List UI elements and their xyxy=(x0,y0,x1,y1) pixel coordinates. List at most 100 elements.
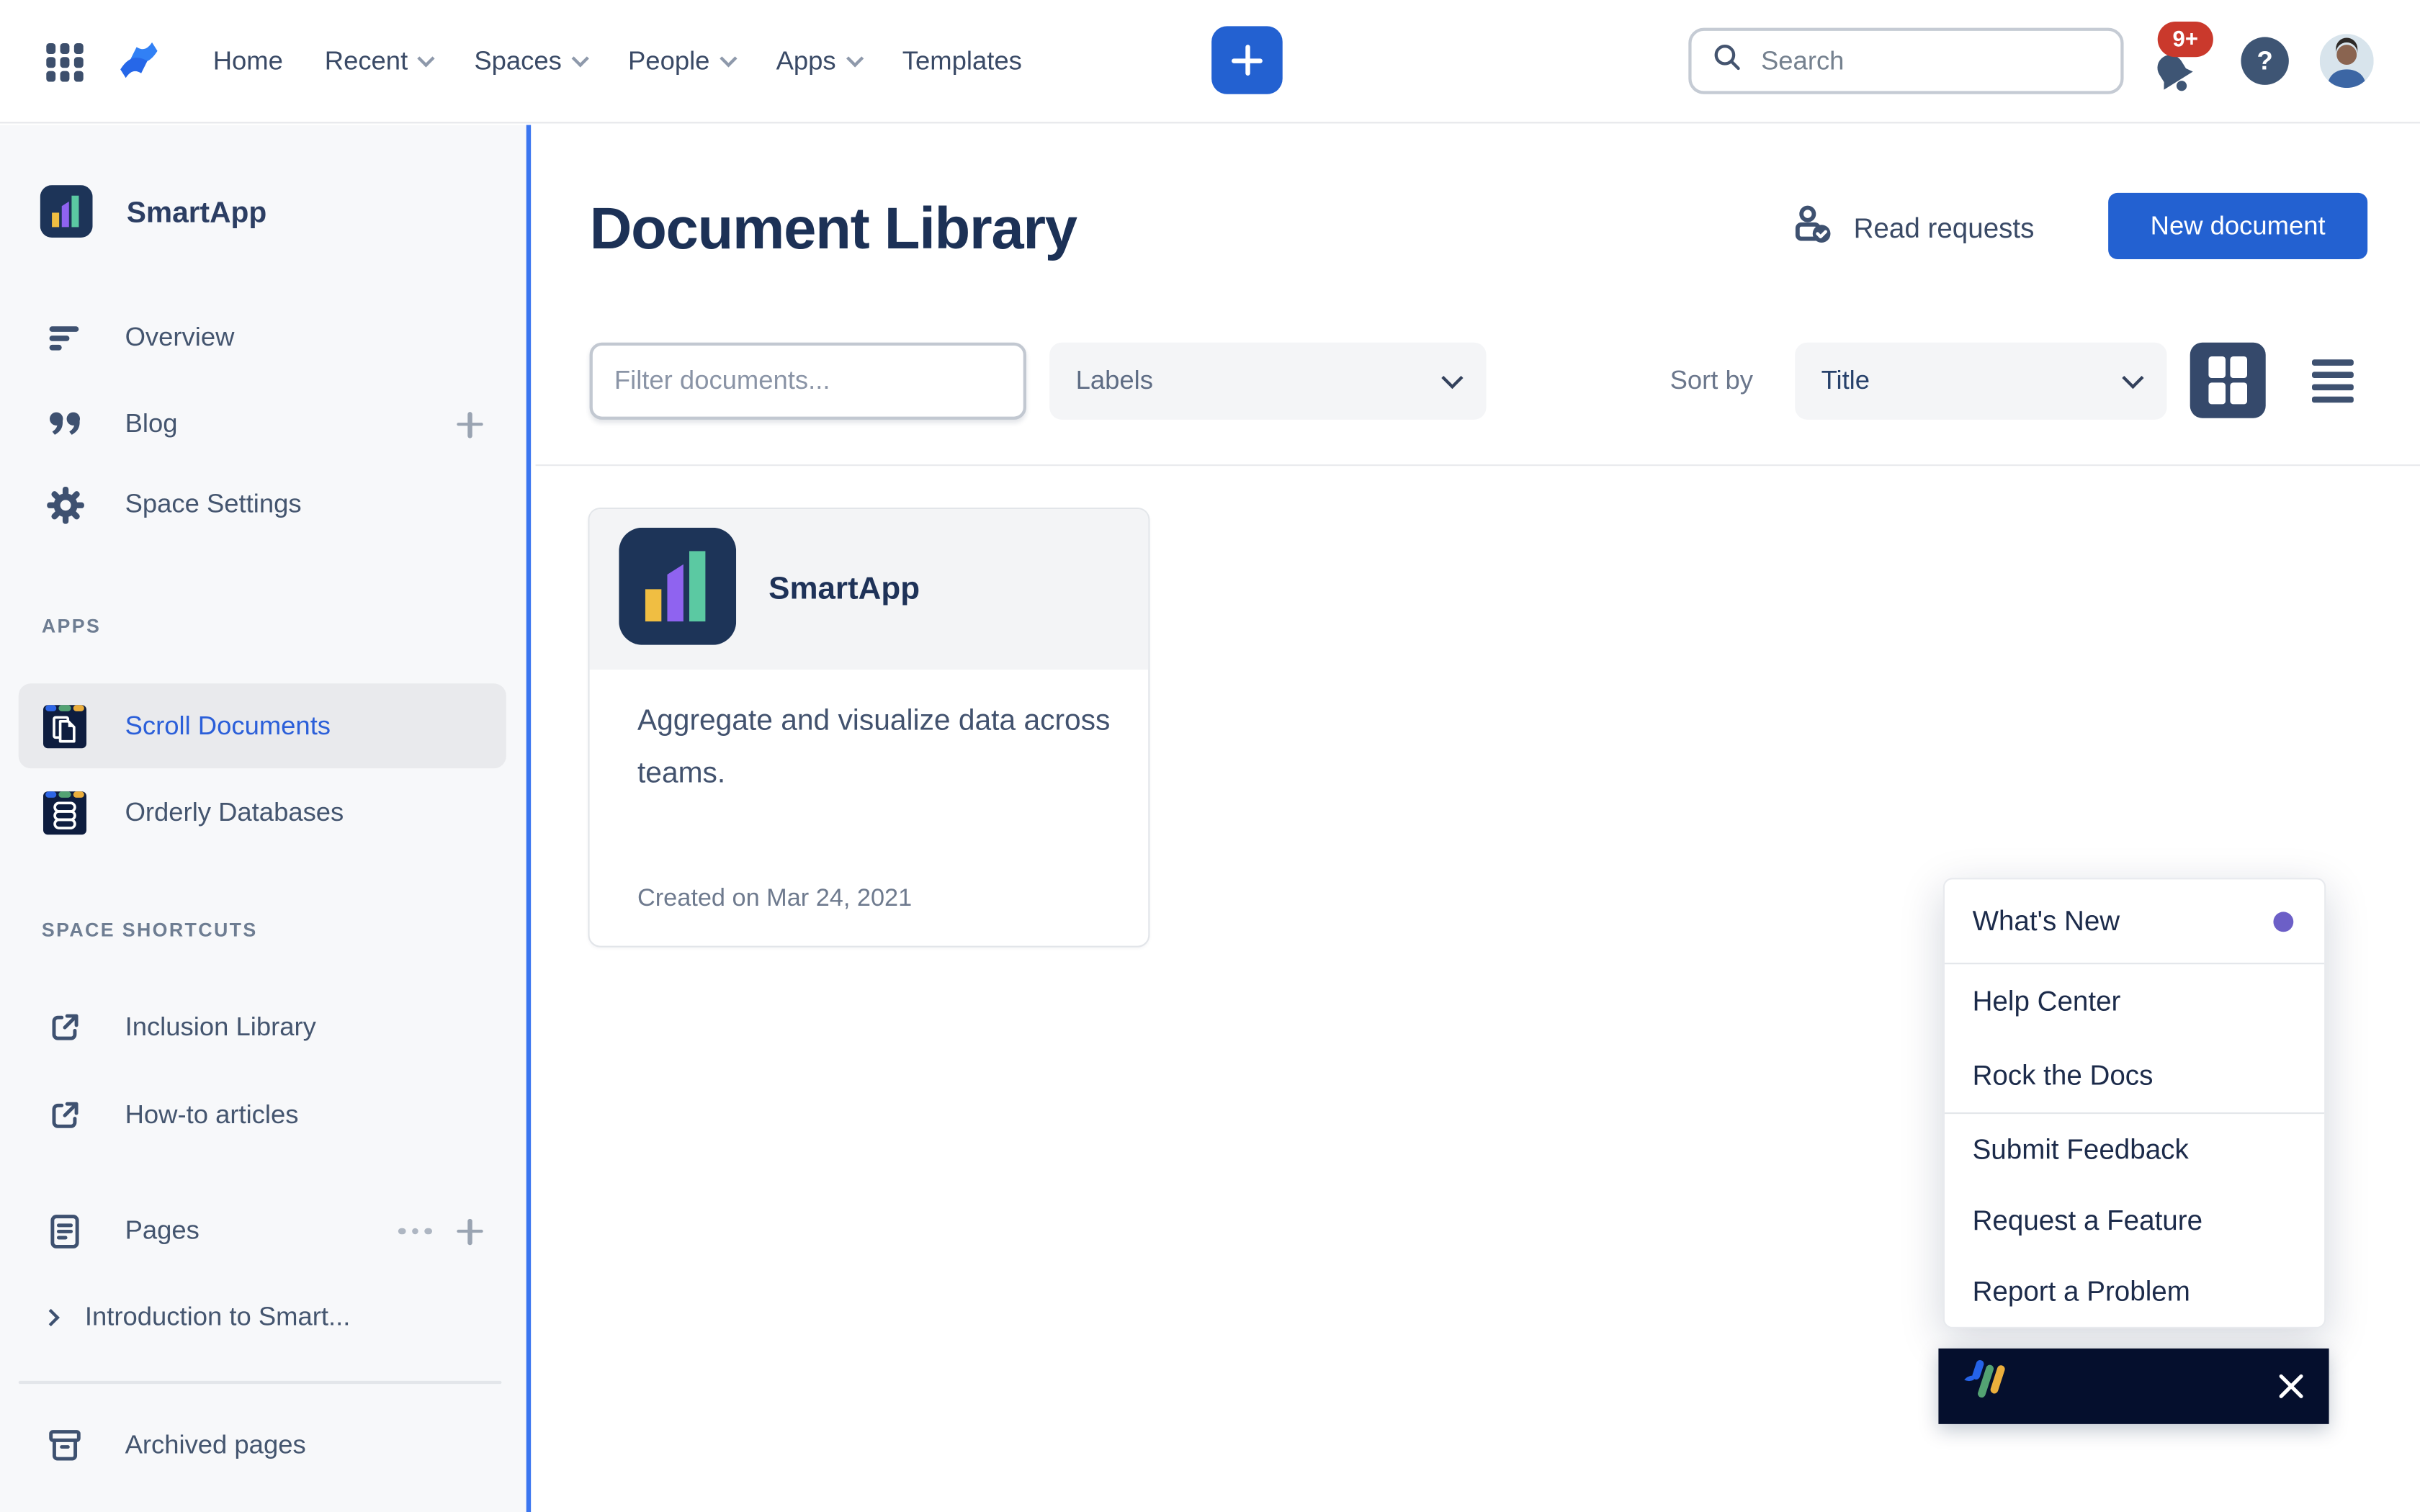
create-button[interactable] xyxy=(1211,26,1283,94)
list-view-button[interactable] xyxy=(2304,354,2360,409)
chevron-right-icon[interactable] xyxy=(42,1309,60,1326)
nav-people-label: People xyxy=(628,46,709,77)
new-document-button[interactable]: New document xyxy=(2108,193,2367,259)
nav-people[interactable]: People xyxy=(628,46,735,77)
nav-recent[interactable]: Recent xyxy=(325,46,433,77)
document-logo-icon xyxy=(619,527,736,652)
add-page-icon[interactable] xyxy=(457,1218,483,1244)
read-requests-label: Read requests xyxy=(1854,212,2035,245)
sidebar-item-label: How-to articles xyxy=(125,1100,299,1131)
sidebar-item-label: Scroll Documents xyxy=(125,711,331,742)
document-card[interactable]: SmartApp Aggregate and visualize data ac… xyxy=(588,508,1150,948)
apps-section-header: APPS xyxy=(42,616,101,637)
overview-icon xyxy=(42,318,88,358)
space-shortcuts-section-header: SPACE SHORTCUTS xyxy=(42,919,258,941)
chevron-down-icon xyxy=(418,50,435,67)
menu-item-report-a-problem[interactable]: Report a Problem xyxy=(1945,1256,2324,1327)
confluence-logo-icon[interactable] xyxy=(115,35,164,92)
nav-home[interactable]: Home xyxy=(213,46,283,77)
archive-box-icon xyxy=(42,1426,88,1466)
scroll-documents-app-icon xyxy=(42,703,88,749)
menu-item-rock-the-docs[interactable]: Rock the Docs xyxy=(1945,1038,2324,1112)
toolbar-divider xyxy=(536,464,2420,466)
sidebar-item-space-settings[interactable]: Space Settings xyxy=(0,471,526,539)
menu-item-whats-new[interactable]: What's New xyxy=(1945,879,2324,963)
nav-recent-label: Recent xyxy=(325,46,408,77)
close-icon[interactable] xyxy=(2273,1369,2307,1403)
sidebar-item-label: Introduction to Smart... xyxy=(85,1302,351,1333)
sidebar-item-how-to-articles[interactable]: How-to articles xyxy=(0,1081,526,1149)
read-requests-button[interactable]: Read requests xyxy=(1792,205,2035,251)
search-input[interactable] xyxy=(1758,44,2105,78)
quote-icon xyxy=(42,404,88,444)
k15t-logo-icon xyxy=(1960,1359,2018,1413)
nav-templates-label: Templates xyxy=(902,46,1022,77)
sidebar-item-pages[interactable]: Pages xyxy=(0,1197,526,1265)
search-icon xyxy=(1710,40,1744,82)
external-link-icon xyxy=(42,1095,88,1135)
sidebar-item-introduction-page[interactable]: Introduction to Smart... xyxy=(0,1284,526,1351)
sidebar-item-archived-pages[interactable]: Archived pages xyxy=(0,1412,526,1480)
help-button[interactable]: ? xyxy=(2241,37,2288,84)
chevron-down-icon xyxy=(2122,366,2143,388)
sidebar-item-orderly-databases[interactable]: Orderly Databases xyxy=(0,779,526,847)
chevron-down-icon xyxy=(571,50,588,67)
space-sidebar: SmartApp Overview Blog xyxy=(0,125,531,1512)
grid-view-icon xyxy=(2208,356,2247,404)
nav-apps[interactable]: Apps xyxy=(776,46,861,77)
nav-apps-label: Apps xyxy=(776,46,836,77)
document-description: Aggregate and visualize data across team… xyxy=(637,696,1111,801)
menu-item-request-a-feature[interactable]: Request a Feature xyxy=(1945,1185,2324,1256)
grid-view-button[interactable] xyxy=(2190,343,2266,418)
notification-badge: 9+ xyxy=(2158,22,2213,57)
sort-value: Title xyxy=(1821,366,1870,397)
page-title: Document Library xyxy=(590,197,1077,264)
sidebar-item-label: Blog xyxy=(125,409,178,440)
filter-documents-input[interactable] xyxy=(590,343,1026,420)
plus-icon xyxy=(1232,45,1263,76)
sidebar-item-blog[interactable]: Blog xyxy=(0,390,526,458)
document-card-header: SmartApp xyxy=(590,509,1149,670)
sidebar-item-label: Pages xyxy=(125,1216,200,1247)
more-options-icon[interactable] xyxy=(398,1228,432,1235)
nav-spaces[interactable]: Spaces xyxy=(474,46,586,77)
primary-nav: Home Recent Spaces People Apps Templates xyxy=(213,0,1022,123)
sidebar-item-scroll-documents[interactable]: Scroll Documents xyxy=(19,683,506,768)
sidebar-item-label: Inclusion Library xyxy=(125,1012,316,1043)
page-icon xyxy=(42,1211,88,1251)
sort-dropdown[interactable]: Title xyxy=(1795,343,2166,420)
vendor-banner[interactable] xyxy=(1938,1349,2329,1424)
sidebar-item-label: Space Settings xyxy=(125,489,302,520)
menu-item-help-center[interactable]: Help Center xyxy=(1945,964,2324,1038)
menu-item-label: Request a Feature xyxy=(1973,1205,2202,1237)
sort-by-label: Sort by xyxy=(1670,343,1753,420)
top-navigation-bar: Home Recent Spaces People Apps Templates xyxy=(0,0,2420,123)
labels-filter-dropdown[interactable]: Labels xyxy=(1049,343,1486,420)
chevron-down-icon xyxy=(1441,366,1463,388)
search-box[interactable] xyxy=(1688,28,2123,94)
menu-item-label: Report a Problem xyxy=(1973,1275,2190,1308)
question-mark-icon: ? xyxy=(2257,45,2272,76)
sidebar-item-overview[interactable]: Overview xyxy=(0,304,526,372)
sidebar-divider xyxy=(19,1381,502,1384)
chevron-down-icon xyxy=(720,50,737,67)
app-switcher-icon[interactable] xyxy=(45,42,85,89)
space-header[interactable]: SmartApp xyxy=(0,186,526,242)
notifications-button[interactable]: 9+ xyxy=(2146,15,2223,104)
sidebar-item-inclusion-library[interactable]: Inclusion Library xyxy=(0,994,526,1061)
help-popup-menu: What's New Help Center Rock the Docs Sub… xyxy=(1943,878,2326,1328)
user-avatar[interactable] xyxy=(2320,34,2374,88)
chevron-down-icon xyxy=(846,50,863,67)
menu-item-submit-feedback[interactable]: Submit Feedback xyxy=(1945,1114,2324,1185)
new-document-label: New document xyxy=(2151,211,2326,242)
document-title: SmartApp xyxy=(768,571,920,608)
sidebar-item-label: Overview xyxy=(125,323,235,354)
document-created-date: Created on Mar 24, 2021 xyxy=(637,886,912,914)
menu-item-label: Submit Feedback xyxy=(1973,1133,2189,1166)
gear-icon xyxy=(42,484,88,526)
add-blog-icon[interactable] xyxy=(457,411,483,437)
new-indicator-dot xyxy=(2273,911,2293,931)
confluence-screen: Home Recent Spaces People Apps Templates xyxy=(0,0,2420,1512)
nav-templates[interactable]: Templates xyxy=(902,46,1022,77)
labels-filter-value: Labels xyxy=(1076,366,1153,397)
